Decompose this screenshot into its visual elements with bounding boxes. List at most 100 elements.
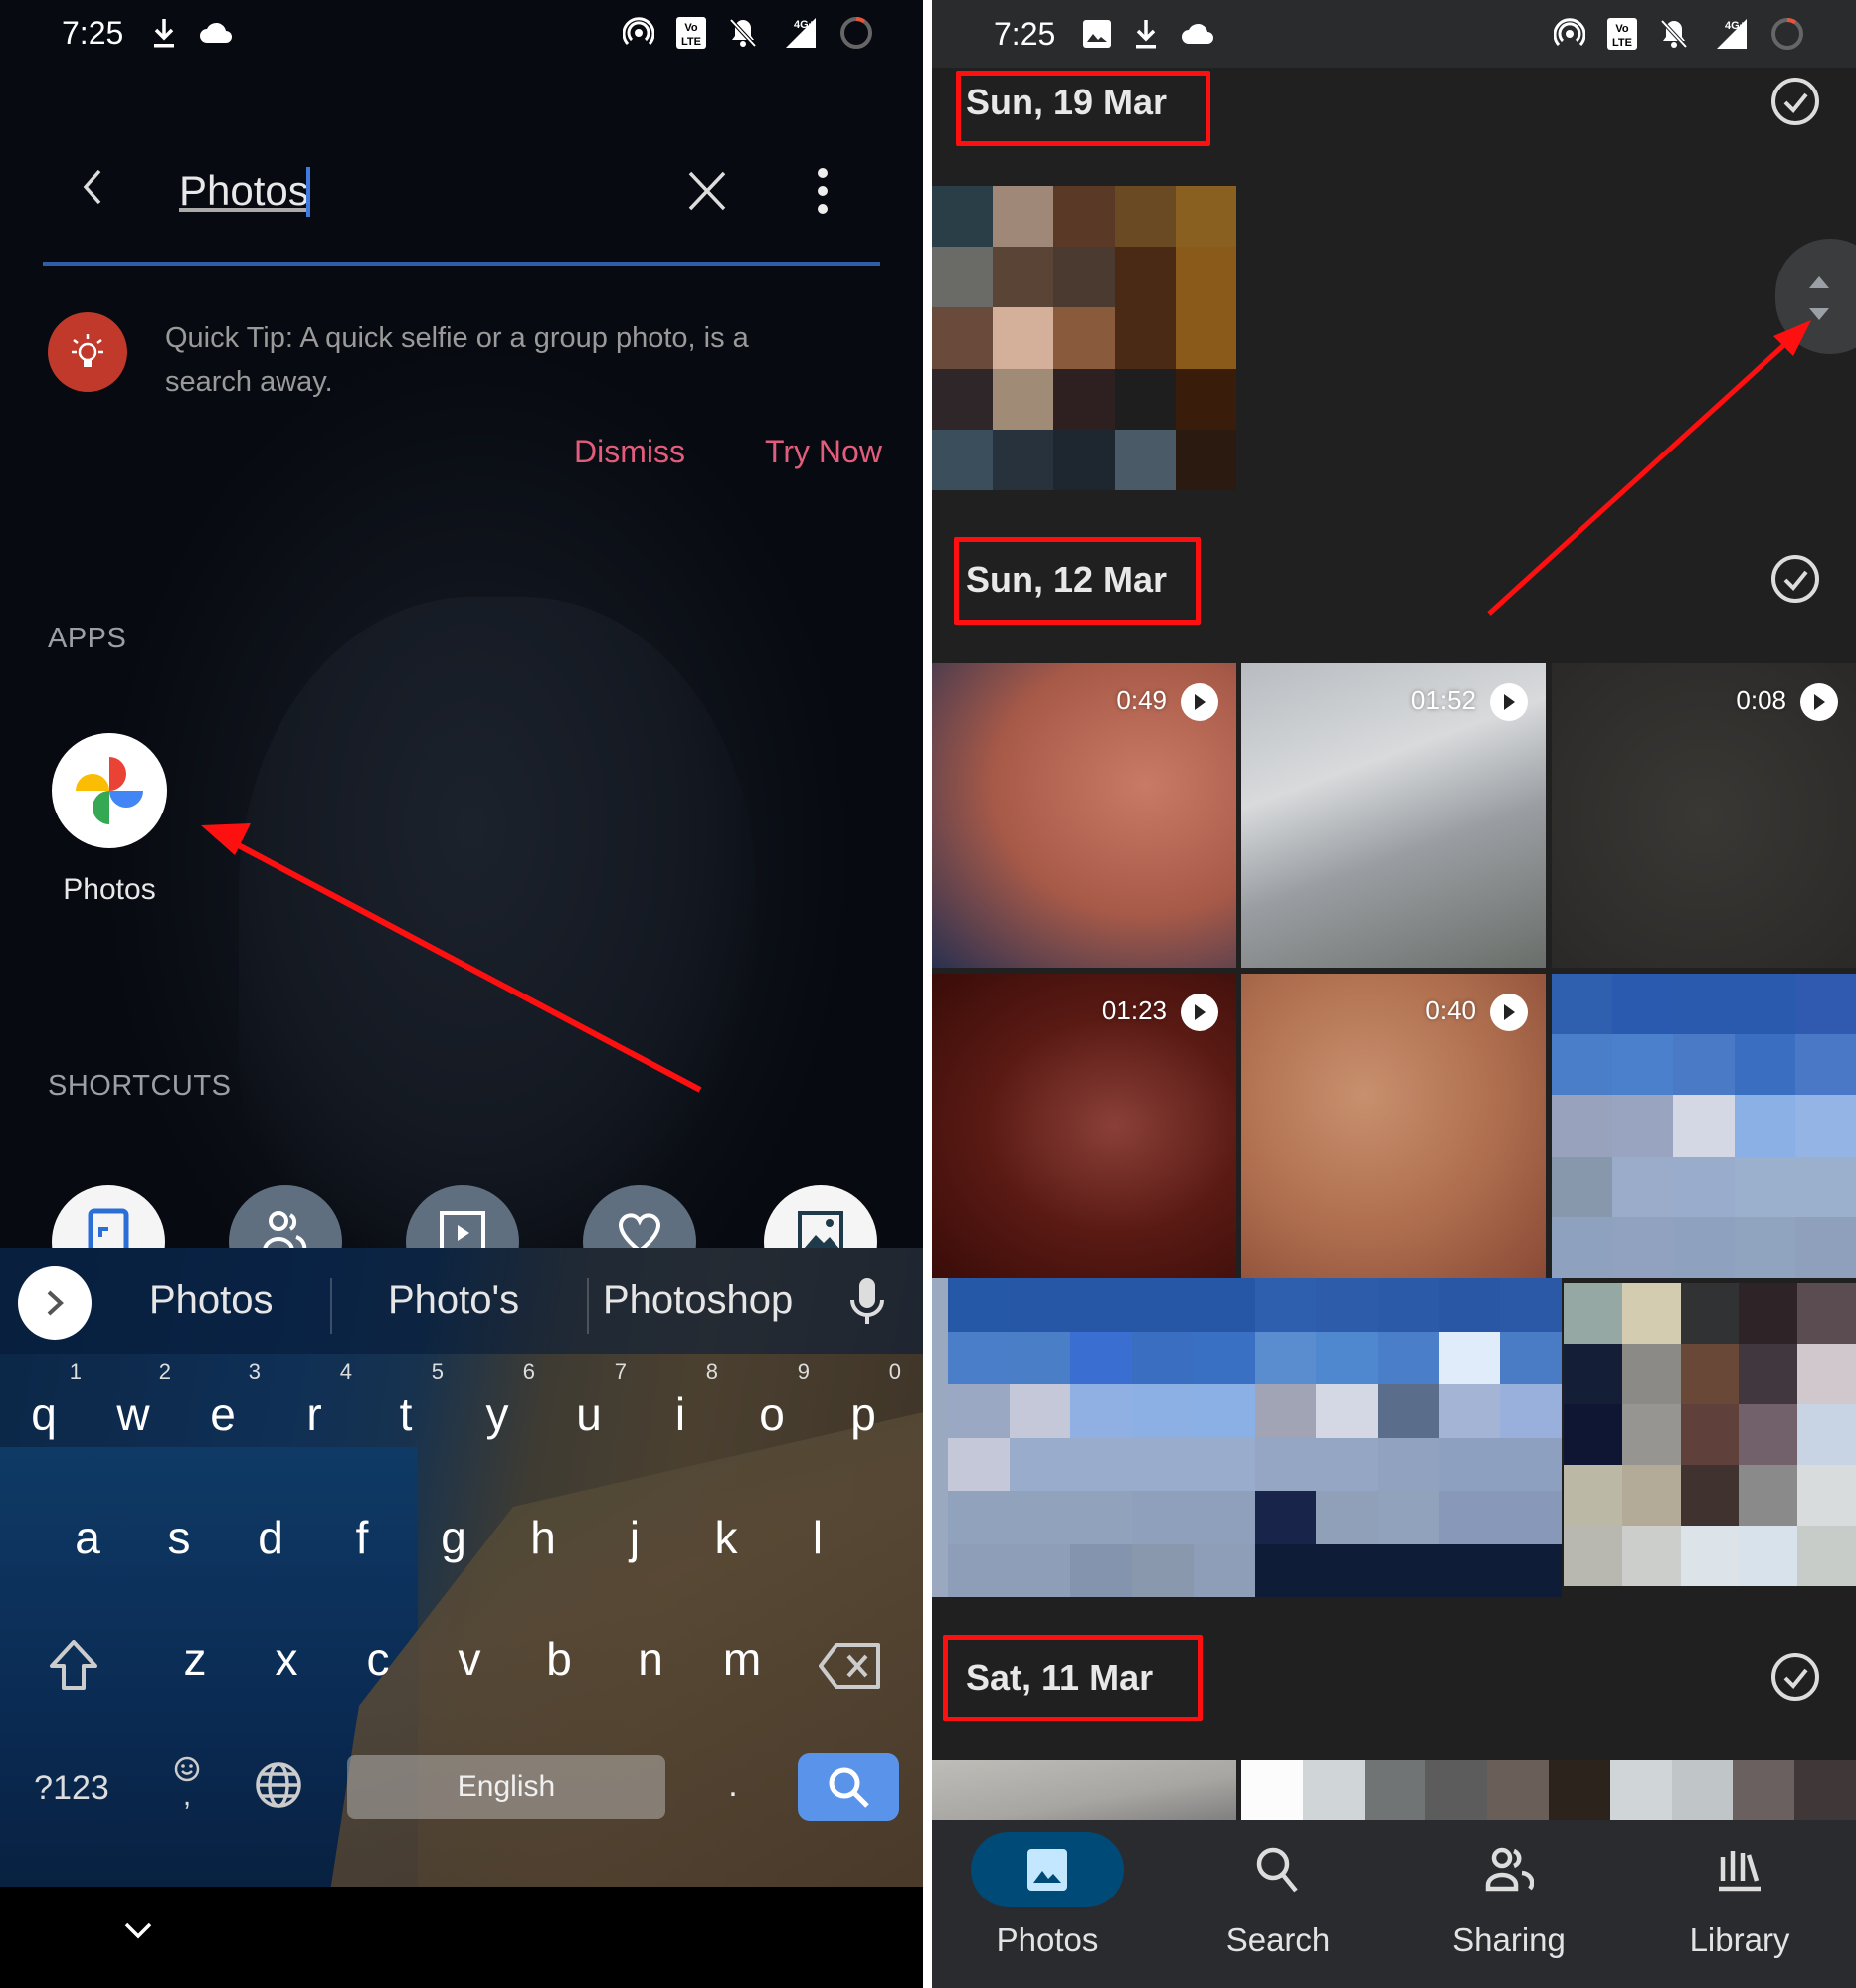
- photo-tile[interactable]: [932, 1760, 1236, 1820]
- shift-key[interactable]: [42, 1636, 105, 1696]
- video-tile[interactable]: 01:23: [932, 974, 1236, 1278]
- period-key[interactable]: .: [718, 1755, 748, 1815]
- select-all-check-2[interactable]: [1769, 553, 1821, 605]
- photo-tile[interactable]: [1552, 974, 1856, 1278]
- photo-tile[interactable]: [1564, 1283, 1856, 1586]
- key-x[interactable]: x: [257, 1632, 316, 1686]
- clear-search-button[interactable]: [682, 161, 732, 221]
- select-all-check-1[interactable]: [1769, 76, 1821, 127]
- try-now-button[interactable]: Try Now: [765, 434, 882, 470]
- video-tile[interactable]: 0:40: [1241, 974, 1546, 1278]
- pixel-block: [1621, 1526, 1681, 1586]
- shift-icon: [50, 1640, 97, 1690]
- key-z[interactable]: z: [165, 1632, 225, 1686]
- photo-tile[interactable]: [932, 1278, 1562, 1597]
- video-tile[interactable]: 0:08: [1552, 663, 1856, 968]
- key-i[interactable]: i8: [650, 1359, 718, 1441]
- key-p[interactable]: p0: [834, 1359, 901, 1441]
- emoji-comma-key[interactable]: ,: [167, 1743, 207, 1823]
- hide-keyboard-button[interactable]: [123, 1920, 153, 1945]
- key-o[interactable]: o9: [742, 1359, 810, 1441]
- key-y[interactable]: y6: [467, 1359, 536, 1441]
- pixel-block: [932, 368, 994, 430]
- video-tile[interactable]: 0:49: [932, 663, 1236, 968]
- back-button[interactable]: [78, 165, 117, 215]
- chevron-right-icon: [47, 1290, 64, 1316]
- dismiss-button[interactable]: Dismiss: [574, 434, 685, 470]
- status-bar-left: 7:25 Vo LTE 4G+: [932, 0, 1856, 68]
- key-m[interactable]: m: [712, 1632, 772, 1686]
- key-label: f: [355, 1512, 369, 1563]
- key-j[interactable]: j: [605, 1511, 664, 1564]
- suggestion-divider: [330, 1278, 332, 1334]
- key-q[interactable]: q1: [14, 1359, 82, 1441]
- key-c[interactable]: c: [348, 1632, 408, 1686]
- key-a[interactable]: a: [58, 1511, 117, 1564]
- nav-tab-sharing[interactable]: Sharing: [1393, 1820, 1624, 1988]
- backspace-key[interactable]: [816, 1636, 885, 1696]
- photo-tile[interactable]: [932, 186, 1236, 490]
- key-f[interactable]: f: [332, 1511, 392, 1564]
- quick-tip-badge: [48, 312, 127, 392]
- photos-app-button[interactable]: [52, 733, 167, 848]
- nav-tab-search[interactable]: Search: [1163, 1820, 1393, 1988]
- key-n[interactable]: n: [621, 1632, 680, 1686]
- key-u[interactable]: u7: [559, 1359, 627, 1441]
- suggestion-3[interactable]: Photoshop: [603, 1278, 793, 1323]
- key-s[interactable]: s: [149, 1511, 209, 1564]
- key-w[interactable]: w2: [103, 1359, 171, 1441]
- key-v[interactable]: v: [440, 1632, 499, 1686]
- pixel-block: [1175, 247, 1236, 308]
- fast-scroll-handle[interactable]: [1775, 239, 1856, 354]
- key-h[interactable]: h: [513, 1511, 573, 1564]
- language-key[interactable]: [251, 1757, 306, 1813]
- key-label: h: [530, 1512, 556, 1563]
- select-all-check-3[interactable]: [1769, 1651, 1821, 1703]
- space-key[interactable]: English: [347, 1755, 665, 1819]
- key-k[interactable]: k: [696, 1511, 756, 1564]
- more-options-button[interactable]: [808, 163, 837, 219]
- suggestion-1[interactable]: Photos: [149, 1278, 274, 1323]
- nav-tab-library[interactable]: Library: [1624, 1820, 1855, 1988]
- pixel-block: [1254, 1331, 1317, 1384]
- nav-tab-photos[interactable]: Photos: [932, 1820, 1163, 1988]
- key-t[interactable]: t5: [376, 1359, 444, 1441]
- photo-tile[interactable]: [1241, 1760, 1856, 1820]
- pixelated-photo: [1241, 1760, 1856, 1820]
- pixel-block: [1009, 1278, 1071, 1332]
- search-input[interactable]: [179, 161, 637, 221]
- wallpaper-astronaut: [239, 597, 756, 1253]
- pixel-block: [948, 1278, 1010, 1332]
- download-icon: [151, 17, 177, 49]
- svg-text:4G+: 4G+: [794, 19, 815, 31]
- play-icon: [1800, 683, 1838, 721]
- pixel-block: [1612, 1095, 1674, 1157]
- pixel-block: [1612, 1156, 1674, 1217]
- key-e[interactable]: e3: [193, 1359, 261, 1441]
- pixel-block: [993, 307, 1054, 369]
- pixel-block: [1564, 1465, 1622, 1526]
- pixel-block: [1438, 1384, 1501, 1438]
- key-l[interactable]: l: [788, 1511, 847, 1564]
- pixel-block: [948, 1543, 1010, 1597]
- expand-toolbar-button[interactable]: [18, 1266, 92, 1340]
- key-b[interactable]: b: [529, 1632, 589, 1686]
- key-label: v: [458, 1633, 481, 1685]
- pixel-block: [993, 429, 1054, 490]
- symbols-key[interactable]: ?123: [32, 1761, 111, 1815]
- globe-icon: [256, 1762, 301, 1808]
- pixel-block: [1671, 1760, 1734, 1820]
- key-r[interactable]: r4: [284, 1359, 352, 1441]
- key-d[interactable]: d: [241, 1511, 300, 1564]
- key-g[interactable]: g: [424, 1511, 483, 1564]
- suggestion-2[interactable]: Photo's: [388, 1278, 519, 1323]
- chevron-left-icon: [83, 169, 101, 205]
- voice-input-button[interactable]: [847, 1276, 887, 1331]
- pixel-block: [1070, 1331, 1133, 1384]
- video-tile[interactable]: 01:52: [1241, 663, 1546, 968]
- cloud-icon: [1181, 22, 1214, 46]
- key-label: e: [210, 1388, 236, 1440]
- hotspot-icon: [1554, 18, 1585, 50]
- keyboard-search-key[interactable]: [798, 1753, 899, 1821]
- pixel-block: [1114, 429, 1176, 490]
